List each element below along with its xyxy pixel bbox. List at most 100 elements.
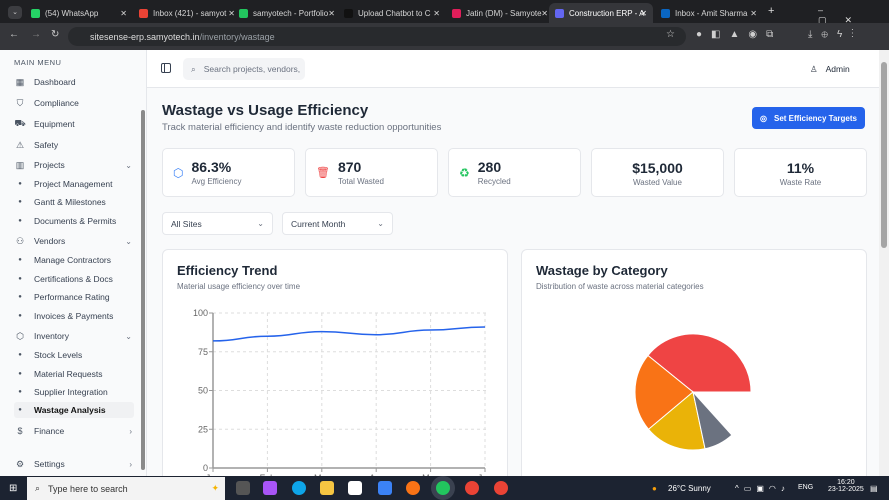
close-tab-icon[interactable]: ✕	[433, 9, 440, 18]
browser-menu-icons[interactable]: ⤓⊕ϟ⋮	[808, 29, 863, 40]
forward-icon[interactable]: →	[31, 29, 41, 40]
sidebar-item-equipment[interactable]: ⛟ Equipment	[14, 116, 134, 132]
chrome-profile-icon[interactable]	[494, 481, 508, 495]
browser-tab[interactable]: Inbox (421) - samyot ✕	[133, 3, 241, 23]
bullet-icon: ●	[18, 313, 22, 319]
sidebar-item-label: Performance Rating	[34, 292, 110, 302]
period-filter-select[interactable]: Current Month ⌄	[282, 212, 393, 235]
menu-icon: ⚙	[15, 458, 25, 469]
close-tab-icon[interactable]: ✕	[541, 9, 548, 18]
sidebar-item-project-management[interactable]: ● Project Management	[14, 176, 134, 192]
back-icon[interactable]: ←	[9, 29, 19, 40]
system-tray-icons[interactable]: ^▭▣◠♪	[735, 484, 790, 493]
user-menu[interactable]: ♙ Admin	[810, 64, 850, 75]
chrome-icon[interactable]	[436, 481, 450, 495]
new-tab-button[interactable]: +	[768, 5, 774, 17]
close-tab-icon[interactable]: ✕	[120, 9, 127, 18]
browser-tab[interactable]: samyotech - Portfolio ✕	[233, 3, 341, 23]
menu-icon: $	[17, 426, 23, 436]
bullet-icon: ●	[18, 294, 22, 300]
site-filter-select[interactable]: All Sites ⌄	[162, 212, 273, 235]
browser-tab[interactable]: Jatin (DM) - Samyote ✕	[446, 3, 554, 23]
reload-icon[interactable]: ↻	[51, 29, 59, 40]
sidebar-item-label: Project Management	[34, 179, 113, 189]
sidebar-toggle-icon[interactable]	[161, 63, 171, 73]
copilot-sparkle-icon: ✦	[211, 483, 219, 493]
chevron-down-icon: ⌄	[257, 219, 264, 228]
close-tab-icon[interactable]: ✕	[328, 9, 335, 18]
sidebar-item-safety[interactable]: ⚠ Safety	[14, 137, 134, 153]
sidebar-item-label: Dashboard	[34, 77, 76, 87]
firefox-icon[interactable]	[406, 481, 420, 495]
clock[interactable]: 16:20 23-12-2025	[828, 479, 864, 493]
sidebar-item-stock-levels[interactable]: ● Stock Levels	[14, 347, 134, 363]
sidebar-item-invoices-payments[interactable]: ● Invoices & Payments	[14, 308, 134, 324]
stat-value: $15,000	[632, 160, 683, 176]
notifications-icon[interactable]: ▤	[870, 484, 878, 493]
sidebar-item-manage-contractors[interactable]: ● Manage Contractors	[14, 252, 134, 268]
close-tab-icon[interactable]: ✕	[750, 9, 757, 18]
store-icon[interactable]	[348, 481, 362, 495]
sidebar-item-label: Safety	[34, 140, 59, 150]
wastage-pie-chart	[634, 333, 752, 451]
file-explorer-icon[interactable]	[320, 481, 334, 495]
stat-card-total-wasted: 🗑 870 Total Wasted	[305, 148, 438, 197]
button-label: Set Efficiency Targets	[773, 113, 857, 123]
sidebar-item-certifications-docs[interactable]: ● Certifications & Docs	[14, 271, 134, 287]
sidebar-item-label: Equipment	[34, 119, 75, 129]
sidebar-scrollbar[interactable]	[141, 110, 145, 470]
mail-icon[interactable]	[378, 481, 392, 495]
page-scrollbar[interactable]	[879, 50, 889, 476]
page-title: Wastage vs Usage Efficiency	[162, 102, 369, 119]
set-efficiency-targets-button[interactable]: ◎ Set Efficiency Targets	[752, 107, 865, 129]
stat-value: 280	[477, 159, 502, 175]
taskbar-search-input[interactable]: ⌕ Type here to search ✦	[27, 477, 225, 500]
task-view-icon[interactable]	[236, 481, 250, 495]
tab-search-icon[interactable]: ⌄	[8, 6, 22, 19]
copilot-icon[interactable]	[263, 481, 277, 495]
tab-favicon-icon	[239, 8, 248, 18]
browser-tab[interactable]: (54) WhatsApp ✕	[25, 3, 133, 23]
browser-tab[interactable]: Upload Chatbot to C ✕	[338, 3, 446, 23]
sidebar-item-supplier-integration[interactable]: ● Supplier Integration	[14, 384, 134, 400]
sidebar-item-wastage-analysis[interactable]: ● Wastage Analysis	[14, 402, 134, 418]
sidebar-item-projects[interactable]: ▥ Projects ⌄	[14, 157, 134, 173]
sidebar-item-performance-rating[interactable]: ● Performance Rating	[14, 289, 134, 305]
menu-icon: ⛟	[14, 118, 26, 128]
windows-start-icon[interactable]: ⊞	[9, 483, 17, 494]
bullet-icon: ●	[18, 218, 22, 224]
menu-icon: ⛉	[16, 97, 24, 108]
sidebar-item-settings[interactable]: ⚙ Settings ›	[14, 456, 134, 472]
tab-label: Jatin (DM) - Samyote	[466, 8, 542, 18]
close-tab-icon[interactable]: ✕	[640, 9, 647, 18]
extension-icons[interactable]: ●◧▲◉⧉	[696, 29, 782, 40]
sidebar-item-vendors[interactable]: ⚇ Vendors ⌄	[14, 233, 134, 249]
sidebar-item-finance[interactable]: $ Finance ›	[14, 423, 134, 439]
tab-label: samyotech - Portfolio	[253, 8, 329, 18]
stat-value: 870	[337, 159, 362, 175]
stat-value: 86.3%	[191, 159, 232, 175]
stat-label: Avg Efficiency	[191, 177, 242, 186]
chevron-icon: ›	[129, 426, 132, 436]
url-input[interactable]: sitesense-erp.samyotech.in/inventory/was…	[68, 27, 686, 46]
sidebar-item-compliance[interactable]: ⛉ Compliance	[14, 95, 134, 111]
weather-text[interactable]: 26°C Sunny	[668, 484, 711, 493]
language-indicator[interactable]: ENG	[798, 484, 813, 491]
edge-icon[interactable]	[292, 481, 306, 495]
sidebar-item-label: Settings	[34, 459, 65, 469]
browser-tab[interactable]: Inbox - Amit Sharma ✕	[655, 3, 763, 23]
tab-label: Inbox (421) - samyot	[153, 8, 227, 18]
sidebar-item-gantt-milestones[interactable]: ● Gantt & Milestones	[14, 194, 134, 210]
sidebar-item-documents-permits[interactable]: ● Documents & Permits	[14, 213, 134, 229]
search-input[interactable]: ⌕ Search projects, vendors,	[183, 58, 305, 80]
stat-card-wasted-value: $15,000 Wasted Value	[591, 148, 724, 197]
stat-card-avg-efficiency: ⬡ 86.3% Avg Efficiency	[162, 148, 295, 197]
bookmark-star-icon[interactable]: ☆	[666, 29, 675, 40]
sidebar-item-inventory[interactable]: ⬡ Inventory ⌄	[14, 328, 134, 344]
chrome-profile-icon[interactable]	[465, 481, 479, 495]
tab-favicon-icon	[139, 8, 148, 18]
sidebar-item-material-requests[interactable]: ● Material Requests	[14, 366, 134, 382]
sidebar-item-dashboard[interactable]: ▦ Dashboard	[14, 74, 134, 90]
y-tick-label: 25	[198, 424, 208, 434]
browser-tab[interactable]: Construction ERP - A ✕	[549, 3, 653, 23]
